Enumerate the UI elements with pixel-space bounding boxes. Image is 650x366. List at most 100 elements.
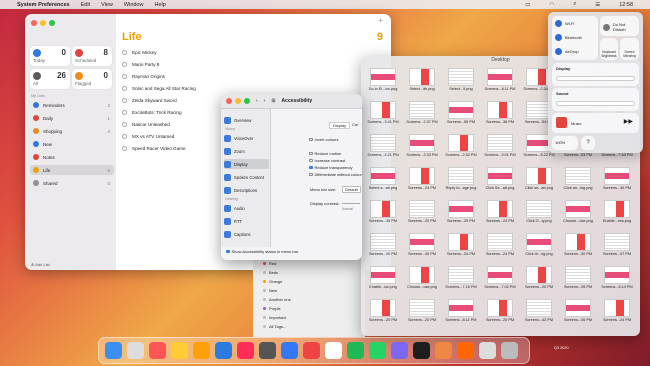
airdrop-toggle[interactable]: AirDrop (555, 48, 579, 55)
reminder-item[interactable]: ExciteBots: Trick Racing (122, 107, 182, 118)
trash-icon[interactable] (501, 342, 518, 359)
control-centre-icon[interactable]: ☰ (595, 2, 600, 8)
file-item[interactable]: Screens...20 PM (521, 266, 557, 292)
increase-contrast-option[interactable]: Increase contrast (309, 158, 345, 163)
file-item[interactable]: Screens...20 PM (365, 233, 401, 259)
reduce-motion-option[interactable]: Reduce motion (309, 151, 341, 156)
file-item[interactable]: Screens...20 PM (365, 299, 401, 325)
file-item[interactable]: Choose...ose.png (404, 266, 440, 292)
close-button[interactable] (31, 20, 37, 26)
file-item[interactable]: Screens...2.37 PM (404, 101, 440, 127)
checkbox-icon[interactable] (309, 158, 313, 163)
file-item[interactable]: Screens...20 PM (482, 299, 518, 325)
battery-icon[interactable]: ▭ (525, 2, 530, 8)
play-icon[interactable]: ▶▶ (624, 118, 633, 125)
file-item[interactable]: Click th...ng.png (521, 233, 557, 259)
volume-slider[interactable] (556, 101, 635, 106)
file-item[interactable]: Screens...9.01 PM (482, 134, 518, 160)
file-item[interactable]: Click O...ly.png (521, 200, 557, 226)
preview-icon[interactable] (479, 342, 496, 359)
sidebar-item-voiceover[interactable]: VoiceOver (224, 133, 269, 143)
tag-item[interactable]: Purple (263, 306, 281, 311)
sidebar-item-descriptions[interactable]: Descriptions (224, 185, 269, 195)
checkbox-icon[interactable] (122, 110, 127, 115)
paint-icon[interactable] (457, 342, 474, 359)
checkbox-icon[interactable] (122, 122, 127, 127)
sidebar-item-display[interactable]: Display (224, 159, 269, 169)
checkbox-checked-icon[interactable] (226, 249, 230, 254)
file-item[interactable]: Select a...ab.png (365, 167, 401, 193)
checkbox-icon[interactable] (122, 98, 127, 103)
reminder-item[interactable]: Zelda Skyward Sword (122, 95, 177, 106)
tab-cursor[interactable]: Cur (352, 122, 358, 127)
app-store-icon[interactable] (215, 342, 232, 359)
whatsapp-icon[interactable] (369, 342, 386, 359)
minimize-button[interactable] (235, 98, 241, 104)
terminal-icon[interactable] (413, 342, 430, 359)
file-item[interactable]: Screens...24 PM (443, 233, 479, 259)
reminder-item[interactable]: MX vs ATV Untamed (122, 131, 174, 142)
file-item[interactable]: Screens...07 PM (599, 233, 635, 259)
checkbox-icon[interactable] (309, 137, 313, 142)
search-icon[interactable]: ⌕ (573, 1, 576, 8)
file-item[interactable]: Screens...05 PM (560, 266, 596, 292)
minimize-button[interactable] (40, 20, 46, 26)
checkbox-icon[interactable] (122, 146, 127, 151)
tag-item[interactable]: Important (263, 315, 286, 320)
sidebar-item-audio[interactable]: Audio (224, 203, 269, 213)
show-status-option[interactable]: Show Accessibility status in menu bar (226, 249, 298, 254)
file-item[interactable]: Click Se...ab.png (482, 167, 518, 193)
tag-item[interactable]: Red (263, 261, 276, 266)
file-item[interactable]: Screens...8.11 PM (443, 299, 479, 325)
file-item[interactable]: Screens...2.52 PM (443, 134, 479, 160)
keyboard-brightness-button[interactable]: Keyboard Brightness (600, 38, 618, 60)
menu-view[interactable]: View (101, 2, 113, 8)
file-item[interactable]: Screens...35 PM (365, 200, 401, 226)
file-item[interactable]: Choose...ose.png (560, 200, 596, 226)
add-list-button[interactable]: ⊕ Add List (31, 262, 50, 267)
dnd-module[interactable]: Do Not Disturb (600, 16, 639, 36)
file-item[interactable]: Screens...40 PM (404, 233, 440, 259)
file-item[interactable]: Enable...ess.png (599, 200, 635, 226)
file-item[interactable]: Screens...7.02 PM (482, 266, 518, 292)
file-item[interactable]: Screens...4.21 PM (365, 134, 401, 160)
menu-window[interactable]: Window (124, 2, 144, 8)
checkbox-icon[interactable] (122, 134, 127, 139)
file-item[interactable]: Select...9.png (443, 68, 479, 94)
file-item[interactable]: Screens...24 PM (599, 299, 635, 325)
contrast-slider[interactable] (342, 203, 360, 204)
finder-icon[interactable] (105, 342, 122, 359)
file-item[interactable]: Screens...20 PM (404, 200, 440, 226)
wifi-icon[interactable]: ◠ (549, 2, 554, 8)
tasks-icon[interactable] (325, 342, 342, 359)
file-item[interactable]: Do-in El...ics.png (365, 68, 401, 94)
chrome-icon[interactable] (281, 342, 298, 359)
reminder-item[interactable]: Mario Party 8 (122, 59, 159, 70)
battery-module[interactable]: 100% (552, 136, 578, 150)
sidebar-item-zoom[interactable]: Zoom (224, 146, 269, 156)
reminder-item[interactable]: Nascar Unleashed (122, 119, 170, 130)
file-item[interactable]: Screens...30 PM (560, 233, 596, 259)
tag-item[interactable]: All Tags... (263, 324, 286, 329)
invert-colours-option[interactable]: Invert colours (309, 137, 339, 142)
launchpad-icon[interactable] (127, 342, 144, 359)
tag-item[interactable]: Another one (263, 297, 291, 302)
file-item[interactable]: Screens...24 PM (482, 200, 518, 226)
brightness-slider[interactable] (556, 76, 635, 81)
add-reminder-icon[interactable]: + (378, 16, 383, 25)
wifi-toggle[interactable]: Wi-Fi (555, 20, 574, 27)
file-item[interactable]: Screens...24 PM (404, 167, 440, 193)
file-item[interactable]: Screens...29 PM (443, 200, 479, 226)
tag-item[interactable]: Orange (263, 279, 282, 284)
smart-list-scheduled[interactable]: 8 Scheduled (72, 46, 112, 66)
smart-list-flagged[interactable]: 0 Flagged (72, 69, 112, 89)
tag-item[interactable]: Beds (263, 270, 278, 275)
reminder-item[interactable]: Sonic and Sega All Star Racing (122, 83, 196, 94)
bluetooth-toggle[interactable]: Bluetooth (555, 34, 582, 41)
file-item[interactable]: Screens...06 PM (560, 299, 596, 325)
forward-icon[interactable]: › (264, 98, 266, 104)
file-item[interactable]: Reply to...age.png (443, 167, 479, 193)
vlc-icon[interactable] (435, 342, 452, 359)
sidebar-item-captions[interactable]: Captions (224, 229, 269, 239)
checkbox-icon[interactable] (122, 74, 127, 79)
